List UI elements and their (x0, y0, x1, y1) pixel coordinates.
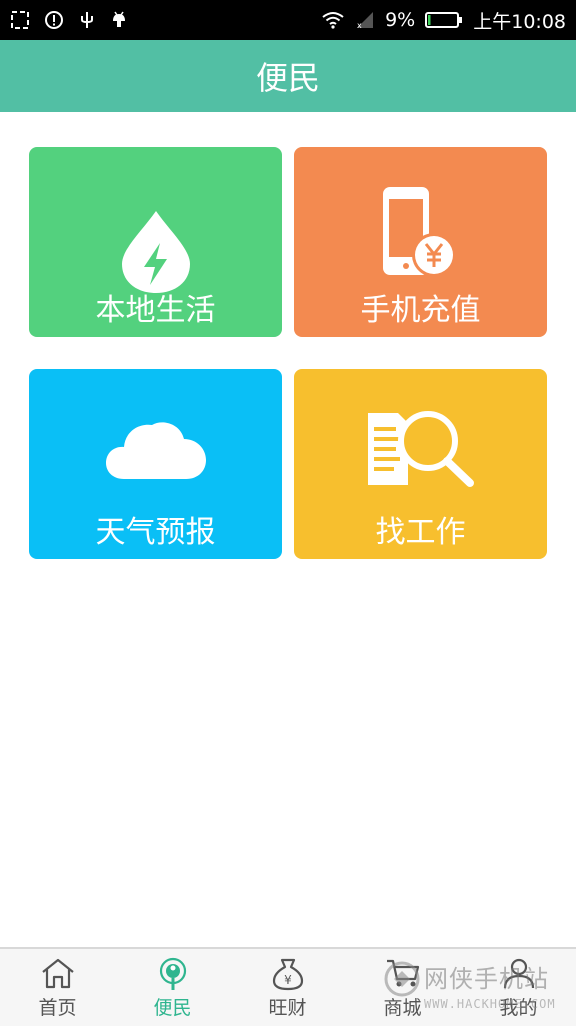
tile-local-life[interactable]: 本地生活 (29, 147, 282, 337)
nav-label: 首页 (38, 997, 77, 1019)
water-drop-bolt-icon (121, 211, 190, 293)
nav-item-home[interactable]: 首页 (0, 949, 115, 1026)
watermark: 网侠手机站 WWW.HACKHOME.COM (380, 955, 576, 1024)
watermark-text: 网侠手机站 (424, 965, 549, 993)
alert-icon (45, 11, 63, 29)
tile-label: 本地生活 (95, 293, 216, 328)
nav-item-wangcai[interactable]: ¥ 旺财 (230, 949, 345, 1026)
money-bag-icon: ¥ (272, 958, 303, 991)
nav-label: 便民 (153, 997, 192, 1019)
status-bar-right: x 9% 上午10:08 (321, 0, 566, 40)
phone-yen-icon (382, 187, 456, 277)
screenshot-icon (11, 11, 29, 29)
nav-label: 旺财 (268, 997, 307, 1019)
signal-icon: x (357, 12, 374, 30)
status-bar: x 9% 上午10:08 (0, 0, 576, 40)
svg-text:¥: ¥ (284, 973, 292, 987)
cloud-icon (105, 422, 206, 479)
android-debug-icon (113, 11, 125, 27)
location-pin-icon (159, 957, 186, 990)
watermark-logo-icon (384, 961, 420, 997)
page-title: 便民 (255, 59, 320, 97)
nav-item-convenience[interactable]: 便民 (115, 949, 230, 1026)
tile-weather[interactable]: 天气预报 (29, 369, 282, 559)
wifi-icon (322, 12, 344, 29)
battery-icon (425, 12, 463, 28)
status-time: 上午10:08 (473, 10, 566, 33)
watermark-url: WWW.HACKHOME.COM (424, 997, 556, 1011)
document-search-icon (367, 411, 474, 487)
tile-label: 天气预报 (95, 515, 216, 550)
tile-label: 手机充值 (360, 293, 481, 328)
usb-icon (81, 12, 93, 28)
svg-text:x: x (357, 21, 362, 30)
status-bar-left (10, 0, 128, 40)
tile-label: 找工作 (375, 515, 466, 550)
tile-find-job[interactable]: 找工作 (294, 369, 547, 559)
battery-percent: 9% (385, 9, 416, 31)
page-header: 便民 (0, 40, 576, 112)
home-icon (41, 958, 74, 989)
tile-phone-recharge[interactable]: 手机充值 (294, 147, 547, 337)
